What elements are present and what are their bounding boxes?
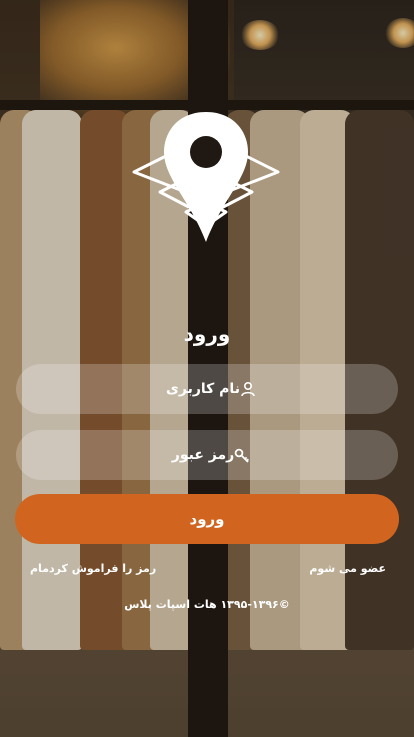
location-wifi-logo: [132, 112, 280, 242]
login-button[interactable]: ورود: [15, 494, 399, 544]
page-title: ورود: [183, 322, 231, 346]
user-icon: [241, 381, 255, 397]
copyright-text: ©۱۳۹۵-۱۳۹۶ هات اسپات پلاس: [124, 598, 290, 611]
username-placeholder: نام کاربری: [166, 381, 240, 397]
password-placeholder: رمز عبور: [171, 447, 235, 463]
key-icon: [234, 448, 250, 463]
username-field[interactable]: نام کاربری: [16, 364, 398, 414]
forgot-password-link[interactable]: رمز را فراموش کردمام: [30, 562, 156, 575]
join-link[interactable]: عضو می شوم: [309, 562, 386, 575]
password-field[interactable]: رمز عبور: [16, 430, 398, 480]
